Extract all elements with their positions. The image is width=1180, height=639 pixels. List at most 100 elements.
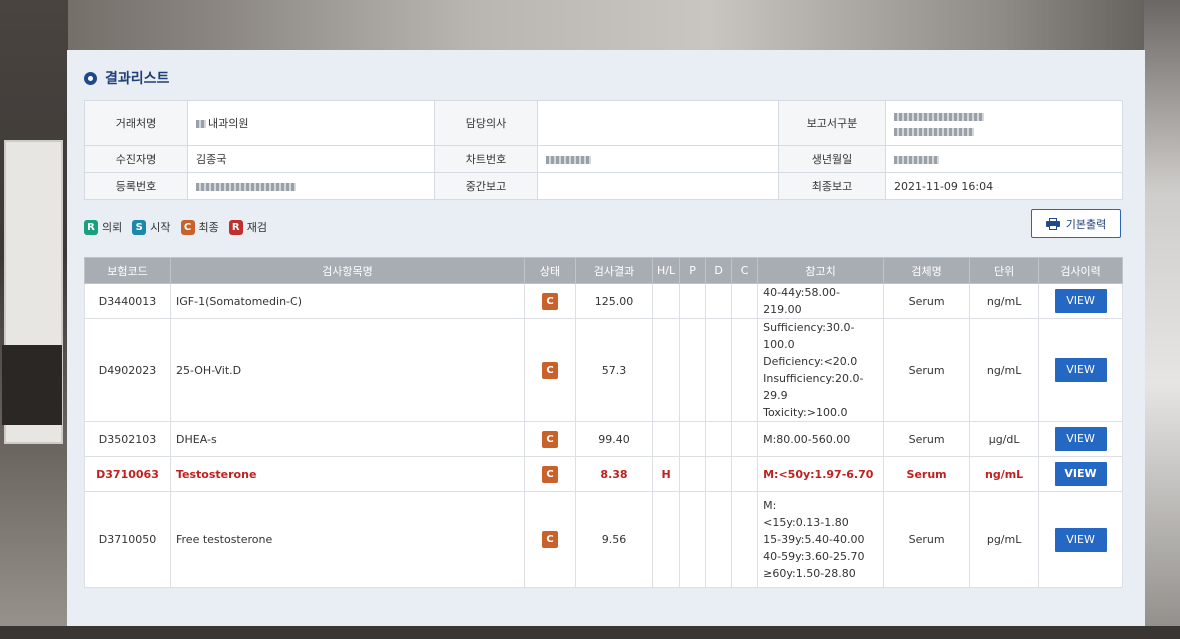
birth-label: 생년월일 (778, 145, 886, 173)
interim-label: 중간보고 (434, 172, 538, 200)
legend-item-start: S 시작 (132, 219, 171, 235)
unit: pg/mL (969, 491, 1040, 588)
insurance-code: D3710063 (84, 456, 171, 492)
history-cell: VIEW (1038, 456, 1123, 492)
status-cell: C (524, 456, 576, 492)
printer-icon (1045, 217, 1060, 230)
legend-label: 재검 (246, 221, 267, 234)
result-value: 99.40 (575, 421, 653, 457)
report-type-label: 보고서구분 (778, 100, 886, 146)
c-flag (731, 421, 759, 457)
reg-no-value (187, 172, 435, 200)
reference-range: M:<50y:1.97-6.70 (757, 456, 885, 492)
p-flag (679, 318, 707, 422)
d-flag (705, 456, 733, 492)
hl-flag (651, 283, 681, 319)
result-value: 125.00 (575, 283, 653, 319)
unit: ng/mL (969, 318, 1040, 422)
col-insurance-code: 보험코드 (84, 257, 171, 284)
legend-label: 최종 (198, 221, 219, 234)
ref-line: ≥60y:1.50-28.80 (763, 567, 856, 580)
history-cell: VIEW (1038, 318, 1123, 422)
results-header: 보험코드 검사항목명 상태 검사결과 H/L P D C 참고치 검체명 단위 … (84, 257, 1123, 284)
result-value: 57.3 (575, 318, 653, 422)
hl-flag: H (651, 456, 681, 492)
background-right (1144, 0, 1180, 639)
c-flag (731, 283, 759, 319)
col-c: C (731, 257, 759, 284)
ref-line: Toxicity:>100.0 (763, 406, 848, 419)
chart-no-value (537, 145, 779, 173)
ref-line: Deficiency:<20.0 (763, 355, 858, 368)
status-cell: C (524, 491, 576, 588)
status-chip: C (542, 361, 558, 379)
test-name: Testosterone (170, 456, 525, 492)
view-button[interactable]: VIEW (1054, 427, 1107, 451)
title-bullet-icon (84, 71, 97, 85)
birth-value (885, 145, 1123, 173)
col-result: 검사결과 (575, 257, 653, 284)
doctor-label: 담당의사 (434, 100, 538, 146)
result-panel: 결과리스트 거래처명 내과의원 담당의사 보고서구분 수진자명 김종국 차트번호… (67, 50, 1145, 626)
report-type-value (885, 100, 1123, 146)
col-test-name: 검사항목명 (170, 257, 525, 284)
col-history: 검사이력 (1038, 257, 1123, 284)
view-button[interactable]: VIEW (1054, 527, 1107, 552)
status-chip: C (542, 465, 558, 483)
col-reference: 참고치 (757, 257, 885, 284)
ref-line: 15-39y:5.40-40.00 (763, 533, 865, 546)
background-left (0, 0, 68, 639)
table-row-highlighted: D3710063 Testosterone C 8.38 H M:<50y:1.… (84, 456, 1123, 492)
legend-item-final: C 최종 (180, 219, 219, 235)
col-unit: 단위 (969, 257, 1040, 284)
hl-flag (651, 318, 681, 422)
hl-flag (651, 491, 681, 588)
view-button[interactable]: VIEW (1054, 462, 1107, 486)
p-flag (679, 456, 707, 492)
reg-no-label: 등록번호 (84, 172, 188, 200)
p-flag (679, 421, 707, 457)
hl-flag (651, 421, 681, 457)
legend-chip-start: S (132, 219, 147, 235)
col-status: 상태 (524, 257, 576, 284)
print-button-label: 기본출력 (1065, 217, 1107, 231)
interim-value (537, 172, 779, 200)
result-value: 9.56 (575, 491, 653, 588)
p-flag (679, 491, 707, 588)
d-flag (705, 491, 733, 588)
results-table: 보험코드 검사항목명 상태 검사결과 H/L P D C 참고치 검체명 단위 … (84, 257, 1123, 588)
reference-range: M: <15y:0.13-1.80 15-39y:5.40-40.00 40-5… (757, 491, 885, 588)
chart-no-label: 차트번호 (434, 145, 538, 173)
legend-label: 의뢰 (102, 221, 123, 234)
print-button[interactable]: 기본출력 (1031, 209, 1121, 238)
specimen: Serum (883, 283, 971, 319)
ref-line: M:<50y:1.97-6.70 (763, 467, 874, 481)
doctor-value (537, 100, 779, 146)
ref-line: 40-44y:58.00-219.00 (763, 286, 840, 316)
history-cell: VIEW (1038, 283, 1123, 319)
p-flag (679, 283, 707, 319)
specimen: Serum (883, 456, 971, 492)
table-row: D3710050 Free testosterone C 9.56 M: <15… (84, 491, 1123, 588)
test-name: DHEA-s (170, 421, 525, 457)
table-row: D3502103 DHEA-s C 99.40 M:80.00-560.00 S… (84, 421, 1123, 457)
insurance-code: D3502103 (84, 421, 171, 457)
view-button[interactable]: VIEW (1054, 358, 1107, 382)
ref-line: Insufficiency:20.0-29.9 (763, 372, 864, 402)
d-flag (705, 283, 733, 319)
insurance-code: D4902023 (84, 318, 171, 422)
legend-chip-request: R (84, 219, 98, 235)
col-d: D (705, 257, 733, 284)
table-row: D4902023 25-OH-Vit.D C 57.3 Sufficiency:… (84, 318, 1123, 422)
test-name: IGF-1(Somatomedin-C) (170, 283, 525, 319)
status-chip: C (542, 430, 558, 448)
specimen: Serum (883, 491, 971, 588)
c-flag (731, 318, 759, 422)
final-label: 최종보고 (778, 172, 886, 200)
background-bottom (0, 626, 1180, 639)
view-button[interactable]: VIEW (1054, 289, 1107, 313)
status-cell: C (524, 318, 576, 422)
legend-chip-retest: R (228, 219, 243, 235)
result-value: 8.38 (575, 456, 653, 492)
legend-label: 시작 (150, 221, 171, 234)
